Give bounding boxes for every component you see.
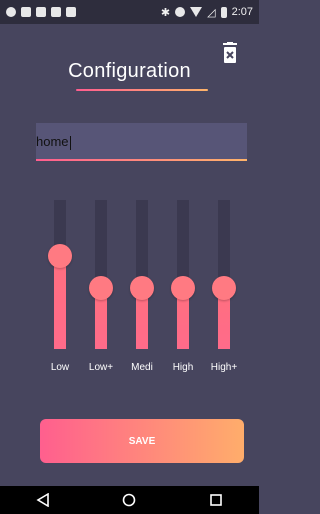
band-label-high-plus: High+ — [210, 362, 238, 373]
band-low: Low — [40, 200, 80, 373]
status-bar: ✱ ◿ 2:07 — [0, 0, 259, 24]
status-time: 2:07 — [231, 6, 253, 18]
profile-name-value: home — [36, 134, 71, 150]
battery-icon — [220, 6, 227, 18]
title-underline — [76, 89, 208, 91]
slider-knob-medi[interactable] — [130, 276, 154, 300]
signal-icon: ◿ — [207, 6, 216, 19]
band-high-plus: High+ — [204, 200, 244, 373]
image-icon — [36, 7, 46, 17]
save-button[interactable]: SAVE — [40, 419, 244, 463]
home-icon[interactable] — [115, 490, 143, 510]
image-icon — [51, 7, 61, 17]
status-right: ✱ ◿ 2:07 — [161, 6, 253, 19]
usb-icon — [21, 7, 31, 17]
back-icon[interactable] — [29, 490, 57, 510]
band-low-plus: Low+ — [81, 200, 121, 373]
slider-knob-low[interactable] — [48, 244, 72, 268]
text-caret — [69, 135, 71, 150]
do-not-disturb-icon — [175, 7, 186, 17]
band-high: High — [163, 200, 203, 373]
equalizer: Low Low+ Medi High High+ — [40, 200, 245, 373]
band-medi: Medi — [122, 200, 162, 373]
keyboard-icon — [66, 7, 76, 17]
recents-icon[interactable] — [202, 490, 230, 510]
slider-knob-high[interactable] — [171, 276, 195, 300]
slider-knob-low-plus[interactable] — [89, 276, 113, 300]
input-underline — [36, 159, 247, 161]
notification-icon — [6, 7, 16, 17]
bluetooth-icon: ✱ — [160, 6, 171, 19]
status-left — [6, 7, 76, 17]
navigation-bar — [0, 486, 259, 514]
slider-knob-high-plus[interactable] — [212, 276, 236, 300]
profile-name-input[interactable]: home — [36, 123, 247, 160]
slider-fill — [54, 256, 66, 349]
wifi-icon — [190, 7, 203, 17]
page-title: Configuration — [68, 60, 191, 82]
